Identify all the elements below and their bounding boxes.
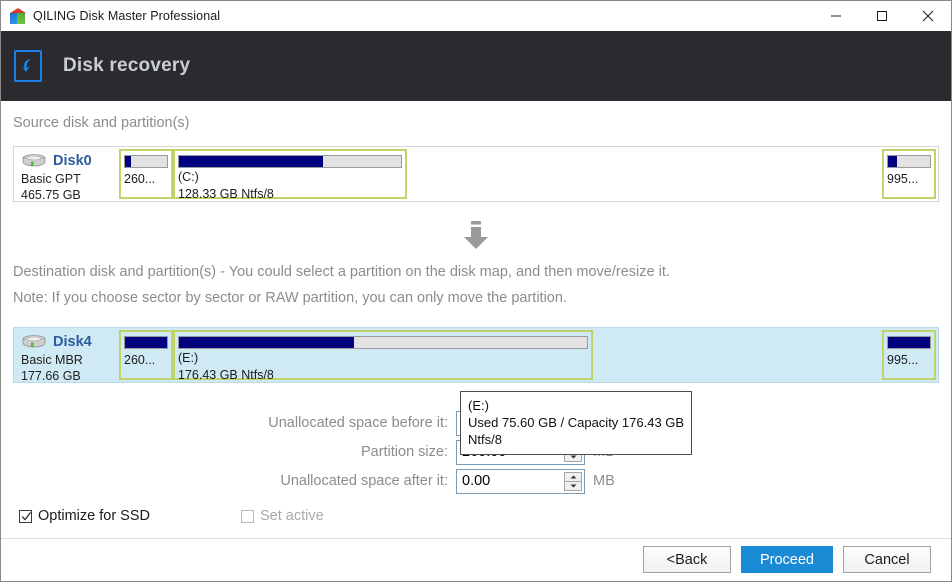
partition-used-fill bbox=[179, 156, 324, 167]
down-arrow-icon bbox=[462, 221, 490, 251]
unallocated-after-stepper[interactable] bbox=[564, 471, 582, 491]
partition-usage-bar bbox=[887, 336, 931, 349]
maximize-icon[interactable] bbox=[859, 1, 905, 30]
partition-usage-bar bbox=[124, 336, 168, 349]
application-window: QILING Disk Master Professional Disk rec… bbox=[0, 0, 952, 582]
source-partition-1-size: 128.33 GB Ntfs/8 bbox=[178, 187, 274, 201]
source-disk-info: Disk0 Basic GPT 465.75 GB bbox=[14, 147, 120, 202]
destination-partition-0[interactable]: 260... bbox=[119, 330, 173, 380]
partition-used-fill bbox=[179, 337, 355, 348]
destination-partition-0-size: 260... bbox=[124, 353, 156, 367]
partition-used-fill bbox=[888, 156, 898, 167]
unallocated-after-unit: MB bbox=[593, 473, 615, 489]
stepper-up-icon[interactable] bbox=[564, 471, 582, 482]
source-disk-name: Disk0 bbox=[53, 153, 92, 169]
back-button[interactable]: <Back bbox=[643, 546, 731, 573]
page-body: Source disk and partition(s) Disk0 Basic… bbox=[1, 101, 951, 581]
source-disk-type: Basic GPT bbox=[21, 172, 81, 186]
minimize-icon[interactable] bbox=[813, 1, 859, 30]
hard-drive-icon bbox=[20, 153, 48, 169]
partition-usage-bar bbox=[178, 336, 588, 349]
source-partition-0[interactable]: 260... bbox=[119, 149, 173, 199]
tooltip-line-1: (E:) bbox=[468, 398, 489, 413]
source-partition-2[interactable]: 995... bbox=[882, 149, 936, 199]
source-disk-map[interactable]: Disk0 Basic GPT 465.75 GB 260... (C:) 12… bbox=[13, 146, 939, 202]
unallocated-before-label: Unallocated space before it: bbox=[268, 415, 448, 431]
set-active-checkbox bbox=[241, 509, 254, 523]
stepper-down-icon[interactable] bbox=[564, 481, 582, 491]
optimize-for-ssd-checkbox[interactable] bbox=[19, 509, 32, 523]
source-partition-2-size: 995... bbox=[887, 172, 919, 186]
unallocated-after-input[interactable]: 0.00 bbox=[456, 468, 585, 494]
destination-disk-map[interactable]: Disk4 Basic MBR 177.66 GB 260... (E:) 17… bbox=[13, 327, 939, 383]
destination-disk-type: Basic MBR bbox=[21, 353, 83, 367]
unallocated-after-label: Unallocated space after it: bbox=[280, 473, 448, 489]
optimize-for-ssd-label: Optimize for SSD bbox=[38, 508, 150, 524]
footer-bar: <Back Proceed Cancel bbox=[1, 539, 951, 581]
destination-partition-1[interactable]: (E:) 176.43 GB Ntfs/8 bbox=[173, 330, 593, 382]
set-active-label: Set active bbox=[260, 508, 324, 524]
partition-usage-bar bbox=[124, 155, 168, 168]
source-partition-0-size: 260... bbox=[124, 172, 156, 186]
partition-size-label: Partition size: bbox=[360, 444, 448, 460]
window-controls bbox=[813, 1, 951, 30]
title-bar: QILING Disk Master Professional bbox=[1, 1, 951, 32]
proceed-button[interactable]: Proceed bbox=[741, 546, 833, 573]
source-partition-1[interactable]: (C:) 128.33 GB Ntfs/8 bbox=[173, 149, 407, 201]
destination-disk-name: Disk4 bbox=[53, 334, 92, 350]
app-cube-icon bbox=[9, 7, 26, 25]
hard-drive-icon bbox=[20, 334, 48, 350]
partition-tooltip: (E:) Used 75.60 GB / Capacity 176.43 GB … bbox=[460, 391, 692, 455]
cancel-button[interactable]: Cancel bbox=[843, 546, 931, 573]
destination-section-label-line1: Destination disk and partition(s) - You … bbox=[13, 264, 670, 280]
partition-used-fill bbox=[125, 156, 131, 167]
partition-usage-bar bbox=[887, 155, 931, 168]
unallocated-after-value[interactable]: 0.00 bbox=[457, 470, 564, 493]
source-partition-1-label: (C:) bbox=[178, 170, 199, 184]
page-header: Disk recovery bbox=[1, 31, 951, 101]
destination-section-label-line2: Note: If you choose sector by sector or … bbox=[13, 290, 567, 306]
destination-partition-2-size: 995... bbox=[887, 353, 919, 367]
destination-disk-info: Disk4 Basic MBR 177.66 GB bbox=[14, 328, 120, 383]
destination-partition-2[interactable]: 995... bbox=[882, 330, 936, 380]
source-disk-size: 465.75 GB bbox=[21, 188, 81, 202]
tooltip-line-2: Used 75.60 GB / Capacity 176.43 GB bbox=[468, 415, 685, 430]
source-section-label: Source disk and partition(s) bbox=[13, 115, 190, 131]
set-active-row: Set active bbox=[241, 508, 324, 524]
tooltip-line-3: Ntfs/8 bbox=[468, 432, 502, 447]
optimize-for-ssd-row[interactable]: Optimize for SSD bbox=[19, 508, 150, 524]
partition-used-fill bbox=[888, 337, 930, 348]
page-title: Disk recovery bbox=[63, 55, 191, 76]
partition-used-fill bbox=[125, 337, 167, 348]
close-icon[interactable] bbox=[905, 1, 951, 30]
destination-partition-1-size: 176.43 GB Ntfs/8 bbox=[178, 368, 274, 382]
unallocated-after-row: Unallocated space after it: 0.00 MB bbox=[254, 468, 615, 494]
partition-usage-bar bbox=[178, 155, 402, 168]
window-title: QILING Disk Master Professional bbox=[33, 9, 221, 23]
recovery-icon bbox=[14, 50, 42, 82]
destination-partition-1-label: (E:) bbox=[178, 351, 199, 365]
destination-disk-size: 177.66 GB bbox=[21, 369, 81, 383]
